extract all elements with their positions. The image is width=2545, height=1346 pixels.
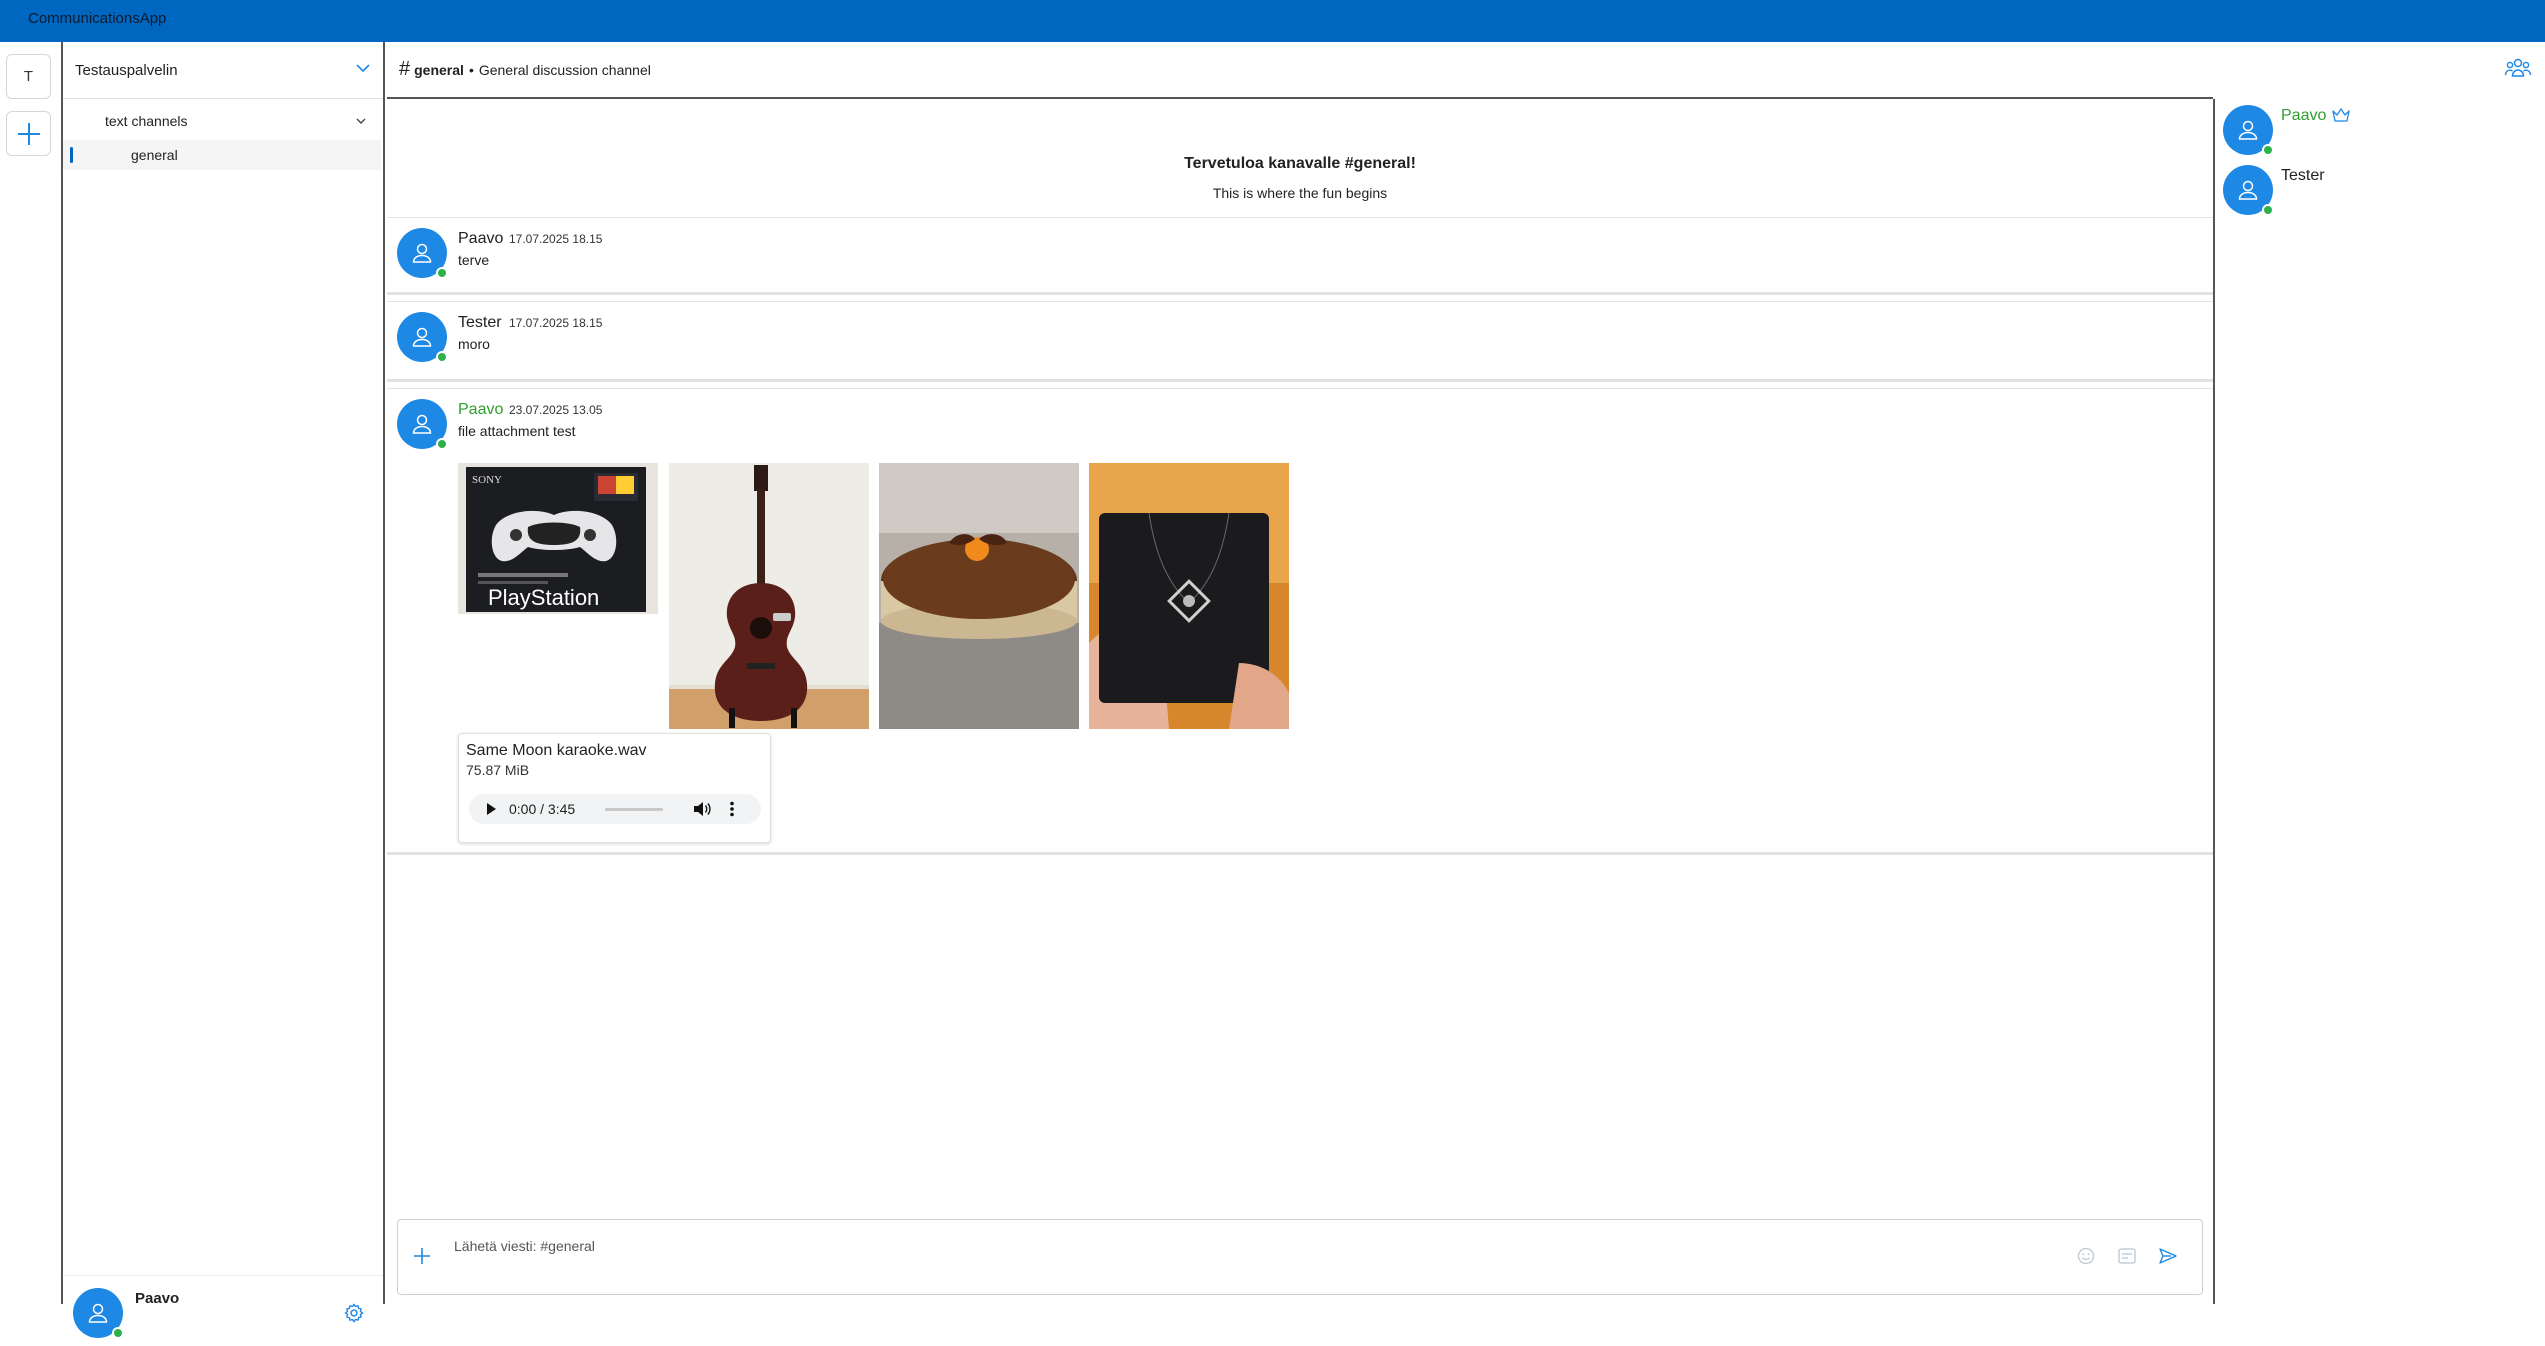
message-author[interactable]: Paavo bbox=[458, 401, 503, 419]
title-bar: CommunicationsApp bbox=[0, 0, 2545, 42]
message-item: Paavo 17.07.2025 18.15 terve bbox=[387, 217, 2213, 295]
image-attachment-playstation-box[interactable]: SONY PlayStation bbox=[458, 463, 658, 614]
channel-header: # general • General discussion channel bbox=[387, 42, 2532, 99]
chevron-down-icon bbox=[356, 64, 370, 73]
box-brand-text: SONY bbox=[472, 474, 502, 486]
hash-icon: # bbox=[399, 58, 411, 80]
volume-icon[interactable] bbox=[693, 801, 711, 817]
welcome-subtitle: This is where the fun begins bbox=[1212, 185, 1388, 201]
user-icon bbox=[2238, 180, 2258, 200]
avatar[interactable] bbox=[397, 399, 448, 450]
server-name: Testauspalvelin bbox=[75, 61, 178, 79]
message-text: file attachment test bbox=[458, 423, 576, 439]
message-timestamp: 17.07.2025 18.15 bbox=[509, 232, 603, 246]
current-user-name: Paavo bbox=[135, 1290, 180, 1307]
audio-attachment-card: Same Moon karaoke.wav 75.87 MiB 0:00 / 3… bbox=[458, 733, 771, 843]
playstation-box-image: SONY PlayStation bbox=[458, 463, 658, 614]
chevron-down-icon bbox=[356, 118, 366, 124]
member-name: Paavo bbox=[2281, 107, 2327, 124]
member-item-tester[interactable]: Tester bbox=[2223, 159, 2543, 217]
guitar-image bbox=[669, 463, 869, 729]
avatar[interactable] bbox=[397, 312, 448, 363]
gear-icon[interactable] bbox=[343, 1302, 365, 1324]
welcome-title: Tervetuloa kanavalle #general! bbox=[1184, 155, 1416, 172]
message-timestamp: 23.07.2025 13.05 bbox=[509, 403, 603, 417]
cake-image bbox=[879, 463, 1079, 729]
user-icon bbox=[412, 243, 432, 263]
chat-area: # general • General discussion channel T… bbox=[387, 42, 2532, 1304]
emoji-icon[interactable] bbox=[2077, 1247, 2095, 1265]
message-item: Paavo 23.07.2025 13.05 file attachment t… bbox=[387, 388, 2213, 855]
message-composer bbox=[397, 1219, 2203, 1295]
server-rail: T bbox=[0, 42, 63, 1304]
message-text: moro bbox=[458, 336, 490, 352]
box-brand-label: PlayStation bbox=[488, 585, 599, 610]
user-panel: Paavo bbox=[63, 1275, 383, 1346]
add-attachment-icon[interactable] bbox=[412, 1246, 432, 1266]
plus-icon bbox=[17, 122, 40, 145]
online-status-dot bbox=[112, 1327, 124, 1339]
crown-icon bbox=[2332, 108, 2350, 122]
active-channel-indicator bbox=[70, 147, 73, 163]
send-icon[interactable] bbox=[2158, 1246, 2178, 1266]
image-attachment-necklace[interactable] bbox=[1089, 463, 1289, 729]
member-item-paavo[interactable]: Paavo bbox=[2223, 99, 2543, 157]
online-status-dot bbox=[436, 438, 448, 450]
online-status-dot bbox=[436, 351, 448, 363]
user-icon bbox=[412, 414, 432, 434]
channel-item-general[interactable]: general bbox=[63, 140, 381, 170]
audio-filesize: 75.87 MiB bbox=[466, 762, 530, 778]
avatar bbox=[2223, 105, 2274, 156]
message-item: Tester 17.07.2025 18.15 moro bbox=[387, 301, 2213, 382]
server-header[interactable]: Testauspalvelin bbox=[63, 42, 383, 99]
add-server-button[interactable] bbox=[6, 111, 51, 156]
image-attachment-cake[interactable] bbox=[879, 463, 1079, 729]
avatar[interactable] bbox=[73, 1288, 124, 1339]
message-author[interactable]: Tester bbox=[458, 314, 502, 332]
necklace-image bbox=[1089, 463, 1289, 729]
server-initial: T bbox=[23, 68, 34, 85]
category-text-channels[interactable]: text channels bbox=[63, 102, 383, 140]
avatar bbox=[2223, 165, 2274, 216]
image-attachment-guitar[interactable] bbox=[669, 463, 869, 729]
message-input[interactable] bbox=[454, 1234, 2054, 1258]
channel-description: General discussion channel bbox=[478, 61, 651, 78]
avatar[interactable] bbox=[397, 228, 448, 279]
message-author[interactable]: Paavo bbox=[458, 230, 503, 248]
play-icon[interactable] bbox=[485, 802, 497, 816]
message-timestamp: 17.07.2025 18.15 bbox=[509, 316, 603, 330]
header-separator: • bbox=[468, 61, 474, 78]
online-status-dot bbox=[2262, 204, 2274, 216]
channel-sidebar: Testauspalvelin text channels general Pa… bbox=[63, 42, 385, 1346]
user-icon bbox=[88, 1303, 108, 1323]
more-options-icon[interactable] bbox=[729, 801, 735, 817]
channel-label: general bbox=[131, 147, 178, 163]
online-status-dot bbox=[436, 267, 448, 279]
audio-seek-slider[interactable] bbox=[605, 808, 663, 811]
member-list: Paavo Tester bbox=[2213, 99, 2545, 1304]
server-button-testauspalvelin[interactable]: T bbox=[6, 54, 51, 99]
audio-time: 0:00 / 3:45 bbox=[509, 801, 576, 817]
members-toggle-icon[interactable] bbox=[2504, 56, 2532, 80]
member-name: Tester bbox=[2281, 167, 2325, 184]
user-icon bbox=[412, 327, 432, 347]
gif-icon[interactable] bbox=[2118, 1248, 2136, 1264]
app-title: CommunicationsApp bbox=[28, 10, 167, 27]
online-status-dot bbox=[2262, 144, 2274, 156]
welcome-banner: Tervetuloa kanavalle #general! This is w… bbox=[387, 101, 2213, 216]
channel-name: general bbox=[414, 61, 464, 78]
category-label: text channels bbox=[105, 113, 188, 129]
audio-filename[interactable]: Same Moon karaoke.wav bbox=[466, 742, 647, 760]
message-text: terve bbox=[458, 252, 490, 268]
audio-player: 0:00 / 3:45 bbox=[469, 794, 761, 824]
user-icon bbox=[2238, 120, 2258, 140]
